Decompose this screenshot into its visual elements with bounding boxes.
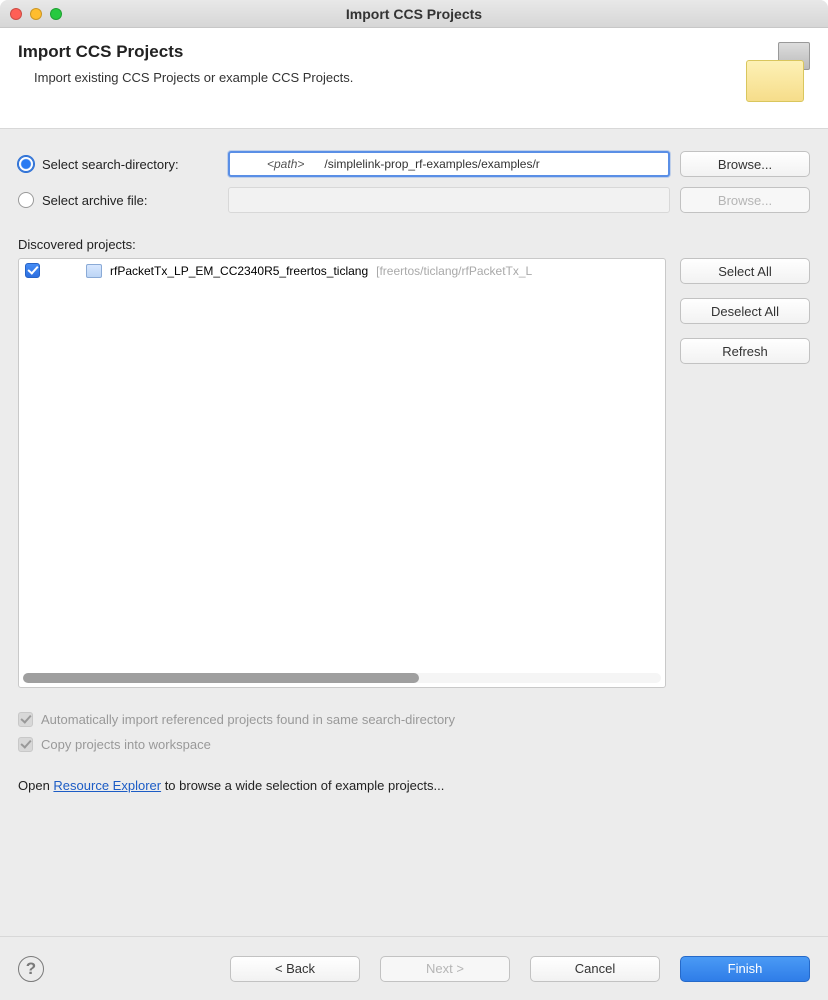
page-title: Import CCS Projects: [18, 42, 353, 62]
search-directory-row: Select search-directory: <path> /simplel…: [18, 151, 810, 177]
traffic-lights: [10, 8, 62, 20]
archive-label: Select archive file:: [42, 193, 148, 208]
list-area: rfPacketTx_LP_EM_CC2340R5_freertos_ticla…: [18, 258, 810, 688]
auto-import-checkbox: [18, 712, 33, 727]
help-icon[interactable]: ?: [18, 956, 44, 982]
cancel-button[interactable]: Cancel: [530, 956, 660, 982]
copy-projects-option: Copy projects into workspace: [18, 737, 810, 752]
page-subtitle: Import existing CCS Projects or example …: [18, 70, 353, 85]
back-button[interactable]: < Back: [230, 956, 360, 982]
search-directory-label: Select search-directory:: [42, 157, 179, 172]
copy-projects-checkbox: [18, 737, 33, 752]
resource-explorer-link[interactable]: Resource Explorer: [53, 778, 161, 793]
dialog-body: Select search-directory: <path> /simplel…: [0, 129, 828, 936]
search-directory-radio-label[interactable]: Select search-directory:: [18, 156, 218, 172]
discovered-label: Discovered projects:: [18, 237, 810, 252]
discovered-projects-list[interactable]: rfPacketTx_LP_EM_CC2340R5_freertos_ticla…: [18, 258, 666, 688]
dialog-window: Import CCS Projects Import CCS Projects …: [0, 0, 828, 1000]
archive-row: Select archive file: Browse...: [18, 187, 810, 213]
finish-button[interactable]: Finish: [680, 956, 810, 982]
maximize-icon[interactable]: [50, 8, 62, 20]
project-name: rfPacketTx_LP_EM_CC2340R5_freertos_ticla…: [110, 264, 368, 278]
auto-import-label: Automatically import referenced projects…: [41, 712, 455, 727]
deselect-all-button[interactable]: Deselect All: [680, 298, 810, 324]
browse-directory-button[interactable]: Browse...: [680, 151, 810, 177]
select-all-button[interactable]: Select All: [680, 258, 810, 284]
browse-archive-button: Browse...: [680, 187, 810, 213]
minimize-icon[interactable]: [30, 8, 42, 20]
wizard-icon: [742, 42, 810, 110]
archive-input: [228, 187, 670, 213]
import-options: Automatically import referenced projects…: [18, 712, 810, 752]
list-item[interactable]: rfPacketTx_LP_EM_CC2340R5_freertos_ticla…: [19, 259, 665, 282]
open-post: to browse a wide selection of example pr…: [161, 778, 444, 793]
refresh-button[interactable]: Refresh: [680, 338, 810, 364]
archive-radio[interactable]: [18, 192, 34, 208]
search-directory-input[interactable]: <path> /simplelink-prop_rf-examples/exam…: [228, 151, 670, 177]
dialog-header: Import CCS Projects Import existing CCS …: [0, 28, 828, 129]
copy-projects-label: Copy projects into workspace: [41, 737, 211, 752]
archive-radio-label[interactable]: Select archive file:: [18, 192, 218, 208]
header-text: Import CCS Projects Import existing CCS …: [18, 42, 353, 85]
dialog-footer: ? < Back Next > Cancel Finish: [0, 936, 828, 1000]
search-directory-radio[interactable]: [18, 156, 34, 172]
horizontal-scrollbar[interactable]: [23, 673, 661, 683]
project-icon: [86, 264, 102, 278]
window-title: Import CCS Projects: [0, 6, 828, 22]
titlebar[interactable]: Import CCS Projects: [0, 0, 828, 28]
path-prefix: <path>: [267, 157, 304, 171]
project-checkbox[interactable]: [25, 263, 40, 278]
auto-import-option: Automatically import referenced projects…: [18, 712, 810, 727]
scrollbar-thumb[interactable]: [23, 673, 419, 683]
path-value: /simplelink-prop_rf-examples/examples/r: [324, 157, 539, 171]
list-side-buttons: Select All Deselect All Refresh: [680, 258, 810, 688]
next-button: Next >: [380, 956, 510, 982]
project-path: [freertos/ticlang/rfPacketTx_L: [376, 264, 532, 278]
close-icon[interactable]: [10, 8, 22, 20]
resource-explorer-line: Open Resource Explorer to browse a wide …: [18, 778, 810, 793]
open-pre: Open: [18, 778, 53, 793]
